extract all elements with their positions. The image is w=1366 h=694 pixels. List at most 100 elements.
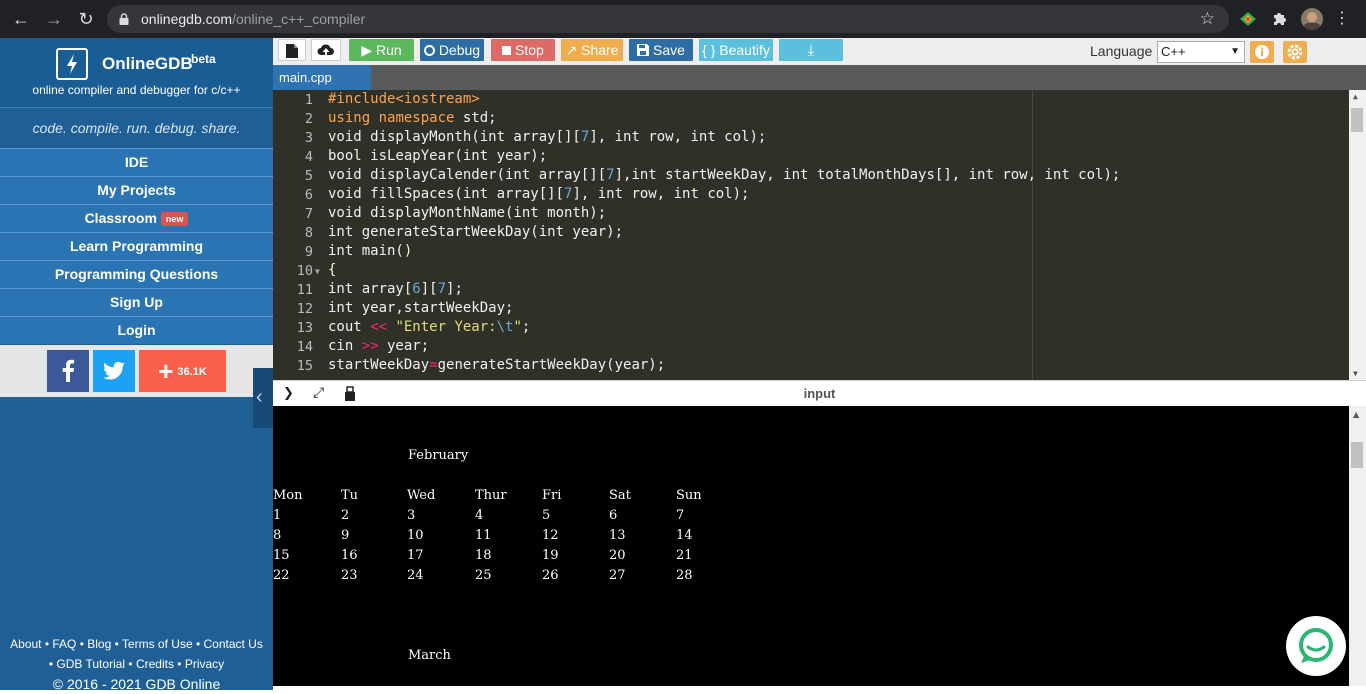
upload-cloud-icon: [317, 44, 334, 56]
browser-menu-icon[interactable]: ⋮: [1334, 8, 1350, 30]
code-line: #include<iostream>: [328, 91, 480, 107]
collapse-sidebar-button[interactable]: ‹: [253, 368, 273, 428]
download-arrow-icon: ⤓: [807, 42, 815, 59]
calendar-day: 15: [273, 548, 290, 563]
copyright: © 2016 - 2021 GDB Online: [52, 676, 221, 692]
brand-header[interactable]: OnlineGDB beta online compiler and debug…: [0, 38, 273, 108]
editor-toolbar: ▶ Run Debug Stop ↗ Share Save { } Beauti…: [273, 38, 1366, 65]
scroll-down-icon[interactable]: ▼: [1353, 369, 1358, 378]
calendar-day: 5: [542, 508, 551, 523]
code-line: {: [328, 262, 337, 278]
language-select[interactable]: C++ ▼: [1157, 41, 1245, 63]
line-number-gutter: 1 2 3 4 5 6 7 8 9 10 ▼ 11 12 13 14 15: [273, 90, 325, 380]
scroll-up-icon[interactable]: ▲: [1353, 92, 1358, 101]
console-output[interactable]: February Mon Tu Wed Thur Fri Sat Sun 1 2 3 4 5 6 7 8 9 1…: [273, 406, 1366, 686]
footer-line-1[interactable]: About • FAQ • Blog • Terms of Use • Cont…: [0, 634, 273, 654]
calendar-day: 17: [407, 548, 424, 563]
calendar-day: 16: [341, 548, 358, 563]
sidebar-item-programming-questions[interactable]: Programming Questions: [0, 260, 273, 288]
month-name: March: [408, 648, 451, 663]
chat-button[interactable]: [1286, 616, 1346, 676]
code-line: startWeekDay=generateStartWeekDay(year);: [328, 357, 666, 373]
run-button[interactable]: ▶ Run: [349, 39, 414, 61]
console-scrollbar[interactable]: ▲: [1349, 406, 1366, 686]
code-line: void fillSpaces(int array[][7], int row,…: [328, 186, 750, 202]
profile-avatar[interactable]: [1301, 8, 1323, 30]
calendar-day: 13: [609, 528, 626, 543]
stop-square-icon: [502, 46, 512, 55]
save-button[interactable]: Save: [629, 39, 693, 61]
fold-arrow-icon[interactable]: ▼: [315, 267, 320, 276]
twitter-button[interactable]: [93, 350, 135, 392]
sidebar-item-sign-up[interactable]: Sign Up: [0, 288, 273, 316]
line-number: 5: [304, 168, 313, 184]
file-tabs: main.cpp: [273, 65, 1366, 90]
calendar-day: 11: [475, 528, 492, 543]
code-line: void displayCalender(int array[][7],int …: [328, 167, 1121, 183]
editor-scroll-thumb[interactable]: [1351, 108, 1363, 132]
share-button[interactable]: ↗ Share: [561, 39, 623, 61]
calendar-day: 14: [676, 528, 693, 543]
editor-scrollbar[interactable]: ▲ ▼: [1349, 90, 1366, 380]
weekday-header: Tu: [341, 488, 359, 503]
extension-icon[interactable]: [1238, 9, 1258, 29]
console-title: input: [803, 386, 836, 401]
line-number: 13: [296, 320, 313, 336]
calendar-day: 8: [273, 528, 282, 543]
url-text: onlinegdb.com/online_c++_compiler: [141, 11, 366, 27]
file-icon: [286, 44, 298, 58]
line-number: 7: [304, 206, 313, 222]
calendar-day: 25: [475, 568, 492, 583]
debug-button[interactable]: Debug: [420, 39, 484, 61]
weekday-header: Thur: [475, 488, 507, 503]
sidebar-item-ide[interactable]: IDE: [0, 148, 273, 176]
address-bar[interactable]: onlinegdb.com/online_c++_compiler ☆: [107, 5, 1229, 33]
console-scroll-thumb[interactable]: [1351, 442, 1363, 468]
scroll-up-icon[interactable]: ▲: [1353, 410, 1359, 419]
sidebar-item-login[interactable]: Login: [0, 316, 273, 344]
puzzle-extensions-icon[interactable]: [1270, 9, 1290, 29]
share-count-button[interactable]: +36.1K: [139, 350, 226, 392]
calendar-day: 27: [609, 568, 626, 583]
line-number: 10: [296, 263, 313, 279]
beta-label: beta: [191, 52, 216, 66]
footer-line-2[interactable]: • GDB Tutorial • Credits • Privacy: [0, 654, 273, 674]
info-button[interactable]: [1250, 41, 1274, 63]
info-icon: [1255, 45, 1269, 59]
code-line: cout << "Enter Year:\t";: [328, 319, 531, 335]
weekday-header: Fri: [542, 488, 562, 503]
back-arrow-icon[interactable]: ←: [10, 8, 32, 30]
settings-button[interactable]: [1283, 41, 1307, 63]
forward-arrow-icon[interactable]: →: [43, 8, 65, 30]
calendar-day: 21: [676, 548, 693, 563]
reload-icon[interactable]: ↻: [75, 8, 97, 30]
line-number: 11: [296, 282, 313, 298]
sidebar-item-learn-programming[interactable]: Learn Programming: [0, 232, 273, 260]
chat-icon: [1299, 628, 1333, 663]
line-number: 6: [304, 187, 313, 203]
tab-main-cpp[interactable]: main.cpp: [273, 65, 371, 90]
social-share-bar: +36.1K: [0, 345, 273, 397]
code-editor[interactable]: 1 2 3 4 5 6 7 8 9 10 ▼ 11 12 13 14 15 #i…: [273, 90, 1366, 380]
beautify-button[interactable]: { } Beautify: [699, 39, 773, 61]
new-file-button[interactable]: [278, 39, 306, 61]
bookmark-star-icon[interactable]: ☆: [1200, 9, 1215, 29]
browser-toolbar: ← → ↻ onlinegdb.com/online_c++_compiler …: [0, 0, 1366, 38]
calendar-day: 1: [273, 508, 282, 523]
share-icon: ↗: [565, 42, 578, 58]
stop-button[interactable]: Stop: [491, 39, 555, 61]
weekday-header: Sat: [609, 488, 631, 503]
sidebar-item-classroom[interactable]: Classroom new: [0, 204, 273, 232]
upload-button[interactable]: [311, 39, 341, 61]
calendar-day: 10: [407, 528, 424, 543]
download-button[interactable]: ⤓: [779, 39, 843, 61]
calendar-day: 20: [609, 548, 626, 563]
facebook-button[interactable]: [47, 350, 89, 392]
line-number: 1: [304, 92, 313, 108]
chevron-down-icon: ▼: [1230, 46, 1240, 57]
line-number: 4: [304, 149, 313, 165]
sidebar-item-my-projects[interactable]: My Projects: [0, 176, 273, 204]
code-line: bool isLeapYear(int year);: [328, 148, 548, 164]
month-name: February: [408, 448, 469, 463]
lightning-logo-icon: [56, 48, 88, 80]
